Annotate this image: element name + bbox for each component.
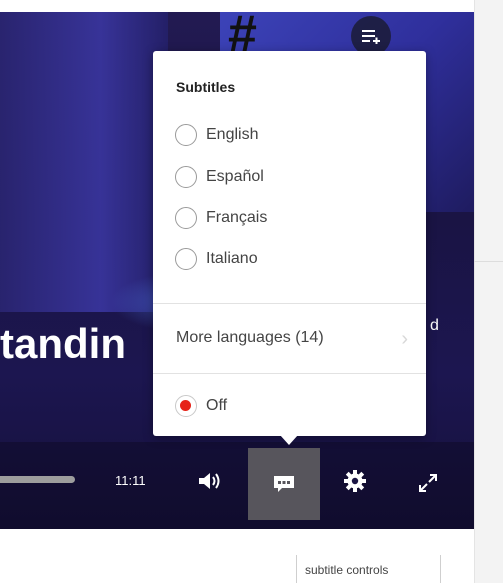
menu-divider	[153, 373, 426, 374]
radio-button-selected[interactable]	[175, 395, 197, 417]
more-languages-item[interactable]: More languages (14) ›	[153, 303, 426, 373]
subtitle-option-off[interactable]: Off	[175, 392, 227, 420]
video-background-text: tandin	[0, 320, 126, 367]
subtitle-option-espanol[interactable]: Español	[175, 163, 264, 191]
subtitles-menu-pointer	[280, 435, 298, 445]
subtitles-menu: Subtitles English Español Français Itali…	[153, 51, 426, 436]
subtitle-option-label: Français	[206, 209, 268, 226]
subtitles-icon	[274, 476, 294, 492]
gear-icon	[344, 470, 366, 492]
radio-button[interactable]	[175, 166, 197, 188]
subtitle-option-francais[interactable]: Français	[175, 204, 267, 232]
radio-button[interactable]	[175, 207, 197, 229]
fullscreen-button[interactable]	[413, 468, 443, 498]
page-side-strip	[474, 0, 503, 583]
radio-button[interactable]	[175, 124, 197, 146]
progress-bar[interactable]	[0, 476, 75, 483]
subtitle-option-label: Español	[206, 168, 264, 185]
side-divider	[474, 261, 503, 262]
subtitle-option-label: Off	[206, 397, 228, 414]
subtitles-button[interactable]	[248, 448, 320, 520]
subtitle-option-label: English	[206, 126, 259, 143]
subtitles-menu-title: Subtitles	[176, 79, 236, 95]
radio-button[interactable]	[175, 248, 197, 270]
settings-button[interactable]	[340, 466, 370, 496]
caption-bracket-left	[296, 555, 297, 583]
volume-button[interactable]	[193, 464, 227, 498]
subtitle-option-label: Italiano	[206, 250, 258, 267]
caption-bracket-right	[440, 555, 441, 583]
volume-icon	[199, 473, 220, 489]
chevron-right-icon: ›	[401, 328, 408, 350]
video-background-panel-left	[0, 12, 168, 312]
add-to-queue-icon	[362, 30, 380, 44]
video-background-side-text: d	[430, 317, 439, 334]
add-to-queue-button[interactable]	[351, 16, 391, 56]
subtitle-option-english[interactable]: English	[175, 121, 258, 149]
fullscreen-icon	[419, 474, 437, 492]
subtitle-option-italiano[interactable]: Italiano	[175, 245, 258, 273]
annotation-caption: subtitle controls	[305, 563, 389, 577]
more-languages-label: More languages (14)	[176, 329, 324, 346]
player-controls-bar	[0, 442, 474, 529]
time-display: 11:11	[115, 473, 146, 488]
